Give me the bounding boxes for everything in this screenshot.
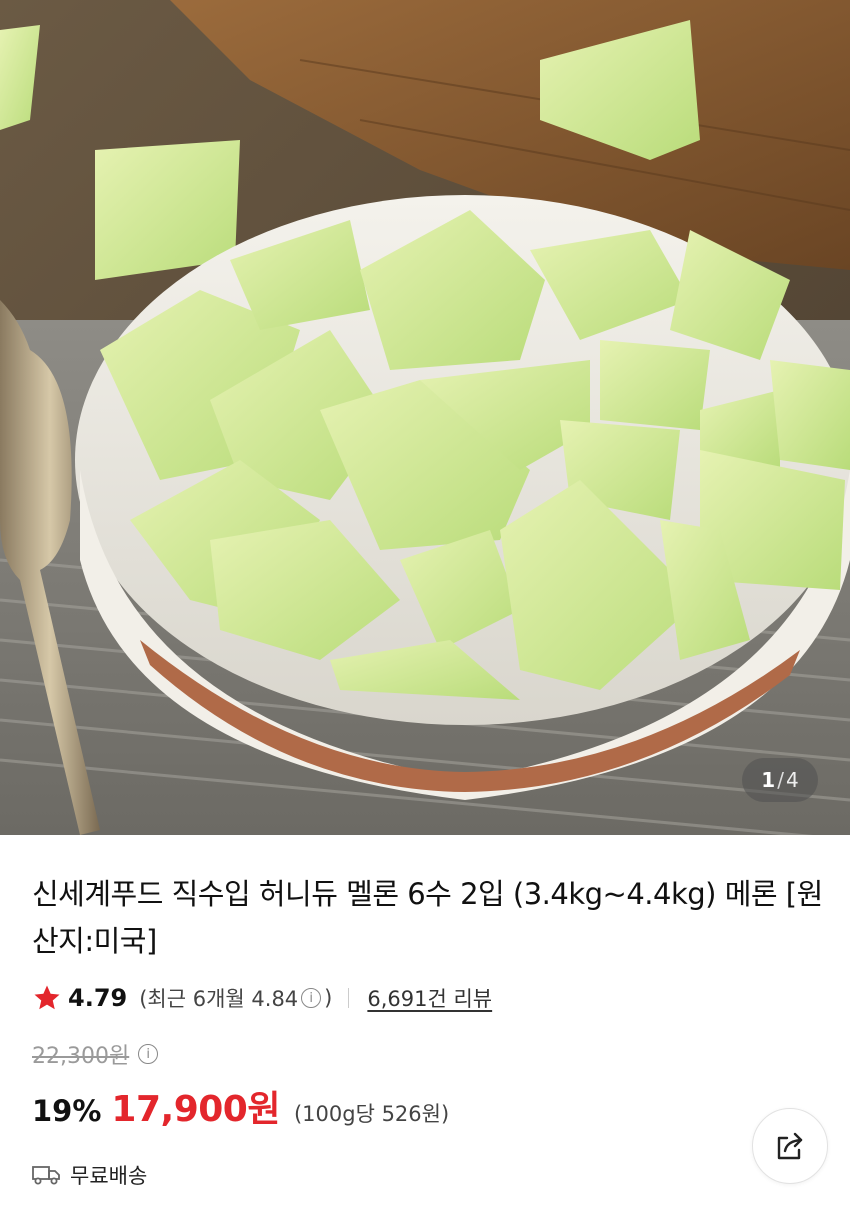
recent-rating-close: ) [324,986,333,1010]
info-icon[interactable]: i [301,988,322,1008]
shipping-row: 무료배송 [32,1160,818,1190]
unit-price: (100g당 526원) [293,1102,450,1126]
original-price: 22,300원 [32,1044,130,1069]
product-photo [0,0,850,835]
divider [348,988,350,1008]
recent-rating-text: (최근 6개월 4.84 [139,987,299,1011]
rating-row: 4.79 (최근 6개월 4.84 i ) 6,691건 리뷰 [32,980,818,1016]
star-icon [34,985,60,1010]
rating-score: 4.79 [68,984,128,1012]
truck-icon [32,1166,60,1185]
recent-rating: (최근 6개월 4.84 i ) [139,983,332,1013]
current-page: 1 [761,768,776,792]
product-info: 신세계푸드 직수입 허니듀 멜론 6수 2입 (3.4kg~4.4kg) 메론 … [0,871,850,1190]
price-info-icon[interactable]: i [138,1044,159,1064]
original-price-row: 22,300원 i [32,1038,818,1070]
share-button[interactable] [752,1108,828,1184]
image-page-counter: 1 / 4 [742,758,818,802]
page-separator: / [777,768,784,792]
review-count-link[interactable]: 6,691건 리뷰 [367,983,492,1013]
product-title: 신세계푸드 직수입 허니듀 멜론 6수 2입 (3.4kg~4.4kg) 메론 … [32,877,823,958]
sale-price: 17,900원 [111,1089,280,1130]
price-row: 19% 17,900원 (100g당 526원) [32,1080,818,1132]
share-icon [777,1132,803,1160]
shipping-label: 무료배송 [70,1164,148,1188]
discount-rate: 19% [32,1094,102,1128]
total-pages: 4 [785,768,799,792]
product-image-gallery[interactable]: 1 / 4 [0,0,850,835]
